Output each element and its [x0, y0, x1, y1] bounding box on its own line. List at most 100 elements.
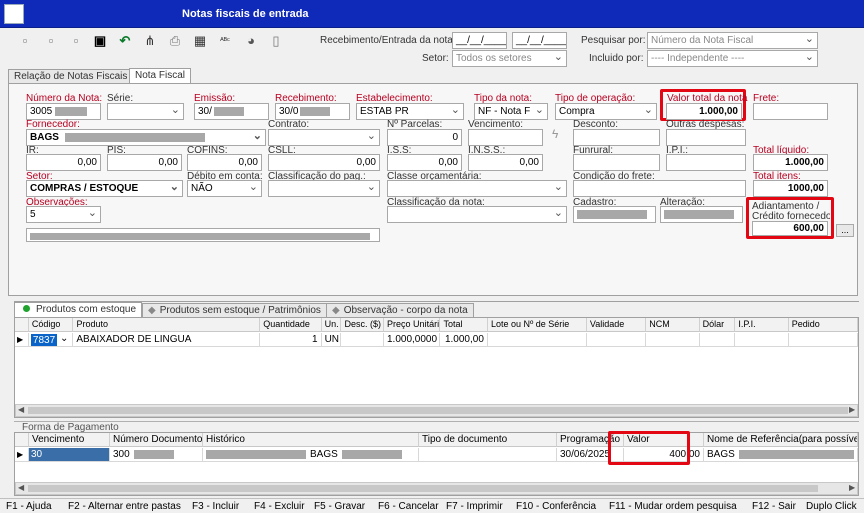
ipi-cell[interactable] — [735, 333, 789, 347]
scroll-left-icon[interactable]: ◀ — [18, 483, 24, 492]
documento-cell[interactable]: 300 — [110, 448, 203, 462]
csll-input[interactable]: 0,00 — [268, 154, 380, 171]
cofins-input[interactable]: 0,00 — [187, 154, 262, 171]
col-vencimento[interactable]: Vencimento — [29, 433, 110, 447]
adiantamento-input[interactable]: 600,00 — [752, 221, 828, 236]
setor-select[interactable]: COMPRAS / ESTOQUE — [26, 180, 183, 197]
condicao-frete-input[interactable] — [573, 180, 746, 197]
un-cell[interactable]: UN — [321, 333, 342, 347]
col-nome-referencia[interactable]: Nome de Referência(para possível em — [704, 433, 858, 447]
scroll-thumb[interactable] — [28, 407, 848, 414]
produto-cell[interactable]: ABAIXADOR DE LINGUA — [73, 333, 261, 347]
class-nota-select[interactable] — [387, 206, 567, 223]
col-total[interactable]: Total — [440, 318, 488, 332]
vencimento-cell[interactable]: 30 — [29, 448, 110, 462]
vencimento-input[interactable] — [468, 129, 543, 146]
col-lote[interactable]: Lote ou Nº de Série — [487, 318, 587, 332]
col-validade[interactable]: Validade — [586, 318, 647, 332]
paste-icon[interactable]: ▫ — [68, 33, 84, 49]
date-to-input[interactable]: __/__/____ — [512, 32, 567, 49]
lightning-icon[interactable]: ϟ — [552, 127, 558, 141]
observacoes-select[interactable]: 5 — [26, 206, 101, 223]
col-ncm[interactable]: NCM — [646, 318, 700, 332]
products-hscrollbar[interactable]: ◀ ▶ — [15, 404, 858, 417]
iss-input[interactable]: 0,00 — [387, 154, 462, 171]
frete-input[interactable] — [753, 103, 828, 120]
recebimento-input[interactable]: 30/0 — [275, 103, 350, 120]
tab-produtos-sem-estoque[interactable]: ◆ Produtos sem estoque / Patrimônios — [142, 303, 327, 317]
tab-relacao[interactable]: Relação de Notas Fiscais — [8, 69, 134, 83]
nome-referencia-cell[interactable]: BAGS — [704, 448, 858, 462]
undo-icon[interactable]: ↶ — [117, 33, 133, 49]
calculator-icon[interactable]: ▦ — [192, 33, 208, 49]
total-cell[interactable]: 1.000,00 — [440, 333, 488, 347]
col-dolar[interactable]: Dólar — [699, 318, 736, 332]
classe-orcamentaria-select[interactable] — [387, 180, 567, 197]
fornecedor-select[interactable]: BAGS — [26, 129, 266, 146]
codigo-cell[interactable]: 7837 ⌄ — [28, 333, 74, 347]
col-codigo[interactable]: Código — [28, 318, 74, 332]
col-un[interactable]: Un. — [321, 318, 342, 332]
lote-cell[interactable] — [487, 333, 587, 347]
inss-input[interactable]: 0,00 — [468, 154, 543, 171]
money-bag-icon[interactable]: ◕ — [243, 33, 259, 49]
tab-observacao[interactable]: ◆ Observação - corpo da nota — [326, 303, 474, 317]
col-ipi[interactable]: I.P.I. — [735, 318, 789, 332]
incluido-select[interactable]: ---- Independente ---- — [647, 50, 818, 67]
preco-cell[interactable]: 1.000,0000 — [383, 333, 441, 347]
pedido-cell[interactable] — [788, 333, 858, 347]
col-pedido[interactable]: Pedido — [788, 318, 859, 332]
table-row[interactable]: ▶ 30 300 BAGS 30/06/2025 400,00 BAGS — [15, 448, 858, 463]
pesquisar-select[interactable]: Número da Nota Fiscal — [647, 32, 818, 49]
observacoes-text[interactable] — [26, 228, 380, 242]
valor-total-input[interactable]: 1.000,00 — [666, 103, 742, 120]
tree-icon[interactable]: ⋔ — [142, 33, 158, 49]
desconto-input[interactable] — [573, 129, 660, 146]
validade-cell[interactable] — [586, 333, 647, 347]
scroll-thumb[interactable] — [28, 485, 818, 492]
tab-produtos-com-estoque[interactable]: Produtos com estoque — [14, 302, 143, 317]
col-produto[interactable]: Produto — [73, 318, 261, 332]
col-quantidade[interactable]: Quantidade — [260, 318, 322, 332]
scroll-left-icon[interactable]: ◀ — [18, 405, 24, 414]
tipo-nota-select[interactable]: NF - Nota F — [474, 103, 548, 120]
col-numero-documento[interactable]: Número Documento — [110, 433, 203, 447]
payment-hscrollbar[interactable]: ◀ ▶ — [15, 482, 858, 495]
ir-input[interactable]: 0,00 — [26, 154, 101, 171]
ipi-input[interactable] — [666, 154, 746, 171]
col-tipo-documento[interactable]: Tipo de documento — [419, 433, 557, 447]
adiantamento-more-button[interactable]: ... — [836, 224, 854, 237]
save-icon[interactable]: ▣ — [92, 33, 108, 49]
parcelas-input[interactable]: 0 — [387, 129, 462, 146]
date-from-input[interactable]: __/__/____ — [452, 32, 507, 49]
col-desc[interactable]: Desc. ($) — [341, 318, 385, 332]
spellcheck-icon[interactable]: ᴬᴮᶜ — [217, 33, 233, 49]
tipo-operacao-select[interactable]: Compra — [555, 103, 657, 120]
outras-despesas-input[interactable] — [666, 129, 746, 146]
debito-select[interactable]: NÃO — [187, 180, 262, 197]
numero-nota-input[interactable]: 3005 — [26, 103, 101, 120]
historico-cell[interactable]: BAGS — [203, 448, 419, 462]
class-pag-select[interactable] — [268, 180, 380, 197]
tipo-documento-cell[interactable] — [419, 448, 557, 462]
scroll-right-icon[interactable]: ▶ — [849, 483, 855, 492]
ncm-cell[interactable] — [646, 333, 700, 347]
setor-filter-select[interactable]: Todos os setores — [452, 50, 567, 67]
col-historico[interactable]: Histórico — [203, 433, 419, 447]
estabelecimento-select[interactable]: ESTAB PR — [356, 103, 464, 120]
book-icon[interactable]: ▯ — [268, 33, 284, 49]
table-row[interactable]: ▶ 7837 ⌄ ABAIXADOR DE LINGUA 1 UN 1.000,0… — [15, 333, 858, 348]
contrato-select[interactable] — [268, 129, 380, 146]
pis-input[interactable]: 0,00 — [107, 154, 182, 171]
dolar-cell[interactable] — [699, 333, 736, 347]
copy-icon[interactable]: ▫ — [43, 33, 59, 49]
tab-nota-fiscal[interactable]: Nota Fiscal — [129, 68, 192, 84]
serie-select[interactable] — [107, 103, 184, 120]
emissao-input[interactable]: 30/ — [194, 103, 269, 120]
quantidade-cell[interactable]: 1 — [260, 333, 322, 347]
chevron-down-icon[interactable]: ⌄ — [60, 333, 68, 344]
print-icon[interactable]: ⎙ — [167, 33, 183, 49]
new-icon[interactable]: ▫ — [17, 33, 33, 49]
col-preco[interactable]: Preço Unitário — [384, 318, 441, 332]
scroll-right-icon[interactable]: ▶ — [849, 405, 855, 414]
